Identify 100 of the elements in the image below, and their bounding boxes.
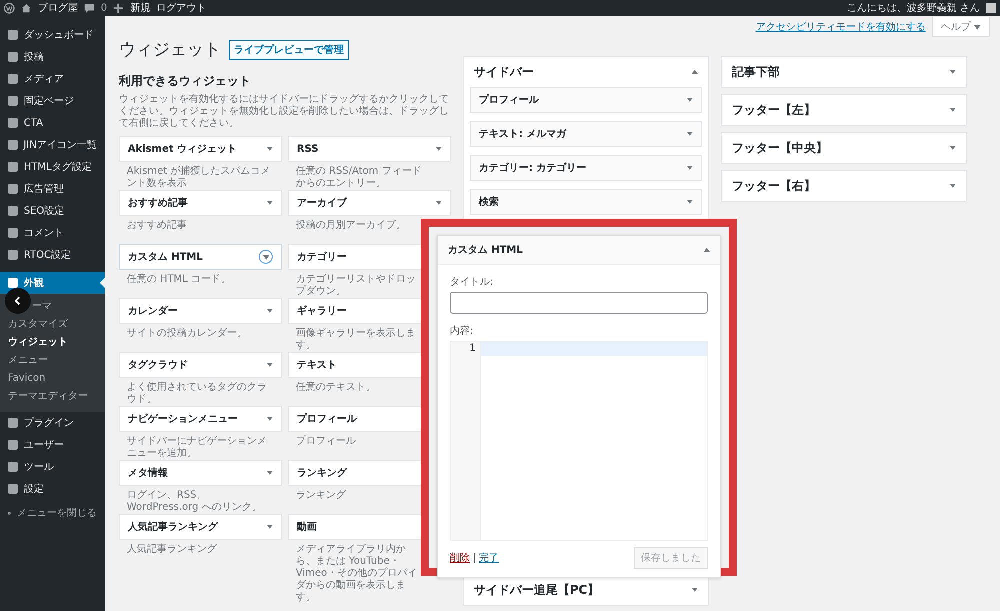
widget-item[interactable]: テキスト bbox=[288, 352, 423, 378]
widget-item[interactable]: タグクラウド bbox=[119, 352, 282, 378]
page-title: ウィジェット bbox=[119, 39, 221, 61]
accessibility-link[interactable]: アクセシビリティモードを有効にする bbox=[756, 20, 926, 34]
submenu-item[interactable]: Favicon bbox=[0, 370, 105, 388]
logout-link[interactable]: ログアウト bbox=[156, 1, 206, 15]
widget-name: ギャラリー bbox=[297, 304, 347, 318]
widget-item[interactable]: ナビゲーションメニュー bbox=[119, 406, 282, 432]
widget-name: アーカイブ bbox=[297, 196, 347, 210]
widget-item[interactable]: プロフィール bbox=[288, 406, 423, 432]
widget-name: テキスト bbox=[297, 359, 337, 372]
caret-icon[interactable] bbox=[267, 309, 273, 313]
caret-icon[interactable] bbox=[267, 363, 273, 367]
caret-icon[interactable] bbox=[436, 147, 442, 151]
menu-item[interactable]: 外観 bbox=[0, 272, 105, 294]
caret-icon bbox=[687, 132, 693, 136]
caret-icon[interactable] bbox=[950, 70, 956, 74]
menu-item[interactable]: CTA bbox=[0, 112, 105, 134]
menu-item[interactable]: RTOC設定 bbox=[0, 244, 105, 266]
menu-item[interactable]: 広告管理 bbox=[0, 178, 105, 200]
caret-icon[interactable] bbox=[267, 471, 273, 475]
widget-item[interactable]: おすすめ記事 bbox=[119, 190, 282, 216]
caret-icon[interactable] bbox=[267, 201, 273, 205]
widget-description: 画像ギャラリーを表示します。 bbox=[295, 328, 417, 352]
caret-icon[interactable] bbox=[267, 525, 273, 529]
widget-item[interactable]: カレンダー bbox=[119, 298, 282, 324]
caret-icon[interactable] bbox=[704, 248, 710, 252]
widget-item[interactable]: Akismet ウィジェット bbox=[119, 136, 282, 162]
menu-item[interactable]: 設定 bbox=[0, 478, 105, 500]
menu-icon bbox=[8, 184, 18, 194]
caret-icon[interactable] bbox=[267, 417, 273, 421]
widget-name: プロフィール bbox=[479, 93, 539, 107]
caret-icon[interactable] bbox=[950, 108, 956, 112]
menu-item[interactable]: メディア bbox=[0, 68, 105, 90]
submenu-item[interactable]: メニュー bbox=[0, 352, 105, 370]
widget-item[interactable]: 検索 bbox=[470, 189, 702, 215]
submenu-item[interactable]: カスタマイズ bbox=[0, 316, 105, 334]
comment-icon[interactable] bbox=[84, 2, 95, 14]
menu-icon bbox=[8, 52, 18, 62]
widget-description: よく使用されているタグのクラウド。 bbox=[126, 382, 268, 406]
caret-icon bbox=[687, 98, 693, 102]
menu-item[interactable]: コメント bbox=[0, 222, 105, 244]
area-title: フッター【中央】 bbox=[732, 140, 828, 156]
area-title: 記事下部 bbox=[732, 64, 780, 80]
menu-item[interactable]: プラグイン bbox=[0, 412, 105, 434]
live-preview-button[interactable]: ライブプレビューで管理 bbox=[229, 40, 349, 60]
caret-icon[interactable] bbox=[692, 588, 698, 592]
caret-icon[interactable] bbox=[692, 70, 698, 74]
widget-item[interactable]: テキスト: メルマガ bbox=[470, 121, 702, 147]
menu-item[interactable]: ユーザー bbox=[0, 434, 105, 456]
widget-description: サイトの投稿カレンダー。 bbox=[126, 328, 248, 341]
code-editor[interactable]: 1 bbox=[450, 341, 708, 541]
site-link[interactable]: ブログ屋 bbox=[38, 1, 78, 15]
menu-item[interactable]: ツール bbox=[0, 456, 105, 478]
submenu-item[interactable]: ーマ bbox=[0, 298, 105, 316]
plus-icon[interactable] bbox=[113, 2, 124, 14]
delete-link[interactable]: 削除 bbox=[450, 551, 470, 565]
title-field[interactable] bbox=[450, 292, 708, 314]
greeting-link[interactable]: こんにちは、波多野義親 さん bbox=[846, 1, 980, 15]
widget-item[interactable]: アーカイブ bbox=[288, 190, 451, 216]
help-button[interactable]: ヘルプ bbox=[932, 17, 990, 37]
collapse-menu-button[interactable]: メニューを閉じる bbox=[0, 502, 105, 524]
widget-item[interactable]: カテゴリー bbox=[288, 244, 423, 270]
widget-item[interactable]: プロフィール bbox=[470, 87, 702, 113]
widget-item[interactable]: メタ情報 bbox=[119, 460, 282, 486]
caret-icon[interactable] bbox=[950, 184, 956, 188]
widget-item[interactable]: ギャラリー bbox=[288, 298, 423, 324]
menu-item[interactable]: 固定ページ bbox=[0, 90, 105, 112]
menu-item[interactable]: JINアイコン一覧 bbox=[0, 134, 105, 156]
widget-item[interactable]: カテゴリー: カテゴリー bbox=[470, 155, 702, 181]
widget-item[interactable]: ランキング bbox=[288, 460, 423, 486]
menu-icon bbox=[8, 96, 18, 106]
widget-item[interactable]: カスタム HTML bbox=[119, 244, 282, 270]
logo-icon[interactable] bbox=[4, 2, 15, 14]
menu-icon bbox=[8, 250, 18, 260]
widget-item[interactable]: RSS bbox=[288, 136, 451, 162]
widget-name: メタ情報 bbox=[128, 466, 168, 480]
widget-description: 任意の RSS/Atom フィードからのエントリー。 bbox=[295, 166, 423, 190]
caret-icon[interactable] bbox=[267, 147, 273, 151]
widget-description: 任意の HTML コード。 bbox=[126, 274, 232, 287]
expand-button[interactable] bbox=[259, 250, 273, 264]
menu-item[interactable]: SEO設定 bbox=[0, 200, 105, 222]
menu-icon bbox=[8, 140, 18, 150]
widget-item[interactable]: 人気記事ランキング bbox=[119, 514, 282, 540]
widget-item[interactable]: 動画 bbox=[288, 514, 423, 540]
menu-icon bbox=[8, 206, 18, 216]
menu-item[interactable]: HTMLタグ設定 bbox=[0, 156, 105, 178]
menu-item[interactable]: 投稿 bbox=[0, 46, 105, 68]
caret-icon[interactable] bbox=[436, 201, 442, 205]
done-link[interactable]: 完了 bbox=[479, 551, 499, 565]
home-icon[interactable] bbox=[21, 2, 32, 14]
submenu-item[interactable]: ウィジェット bbox=[0, 334, 105, 352]
caret-icon[interactable] bbox=[950, 146, 956, 150]
area-title: サイドバー追尾【PC】 bbox=[474, 582, 600, 598]
new-link[interactable]: 新規 bbox=[130, 1, 150, 15]
section-description: ウィジェットを有効化するにはサイドバーにドラッグするかクリックしてください。ウィジェットを無効化し設定を削除したい場合は、ドラッグして右側に戻してください。 bbox=[119, 94, 450, 130]
submenu-item[interactable]: テーマエディター bbox=[0, 388, 105, 406]
menu-item[interactable]: ダッシュボード bbox=[0, 24, 105, 46]
menu-icon bbox=[8, 462, 18, 472]
widget-name: テキスト: メルマガ bbox=[479, 128, 566, 141]
